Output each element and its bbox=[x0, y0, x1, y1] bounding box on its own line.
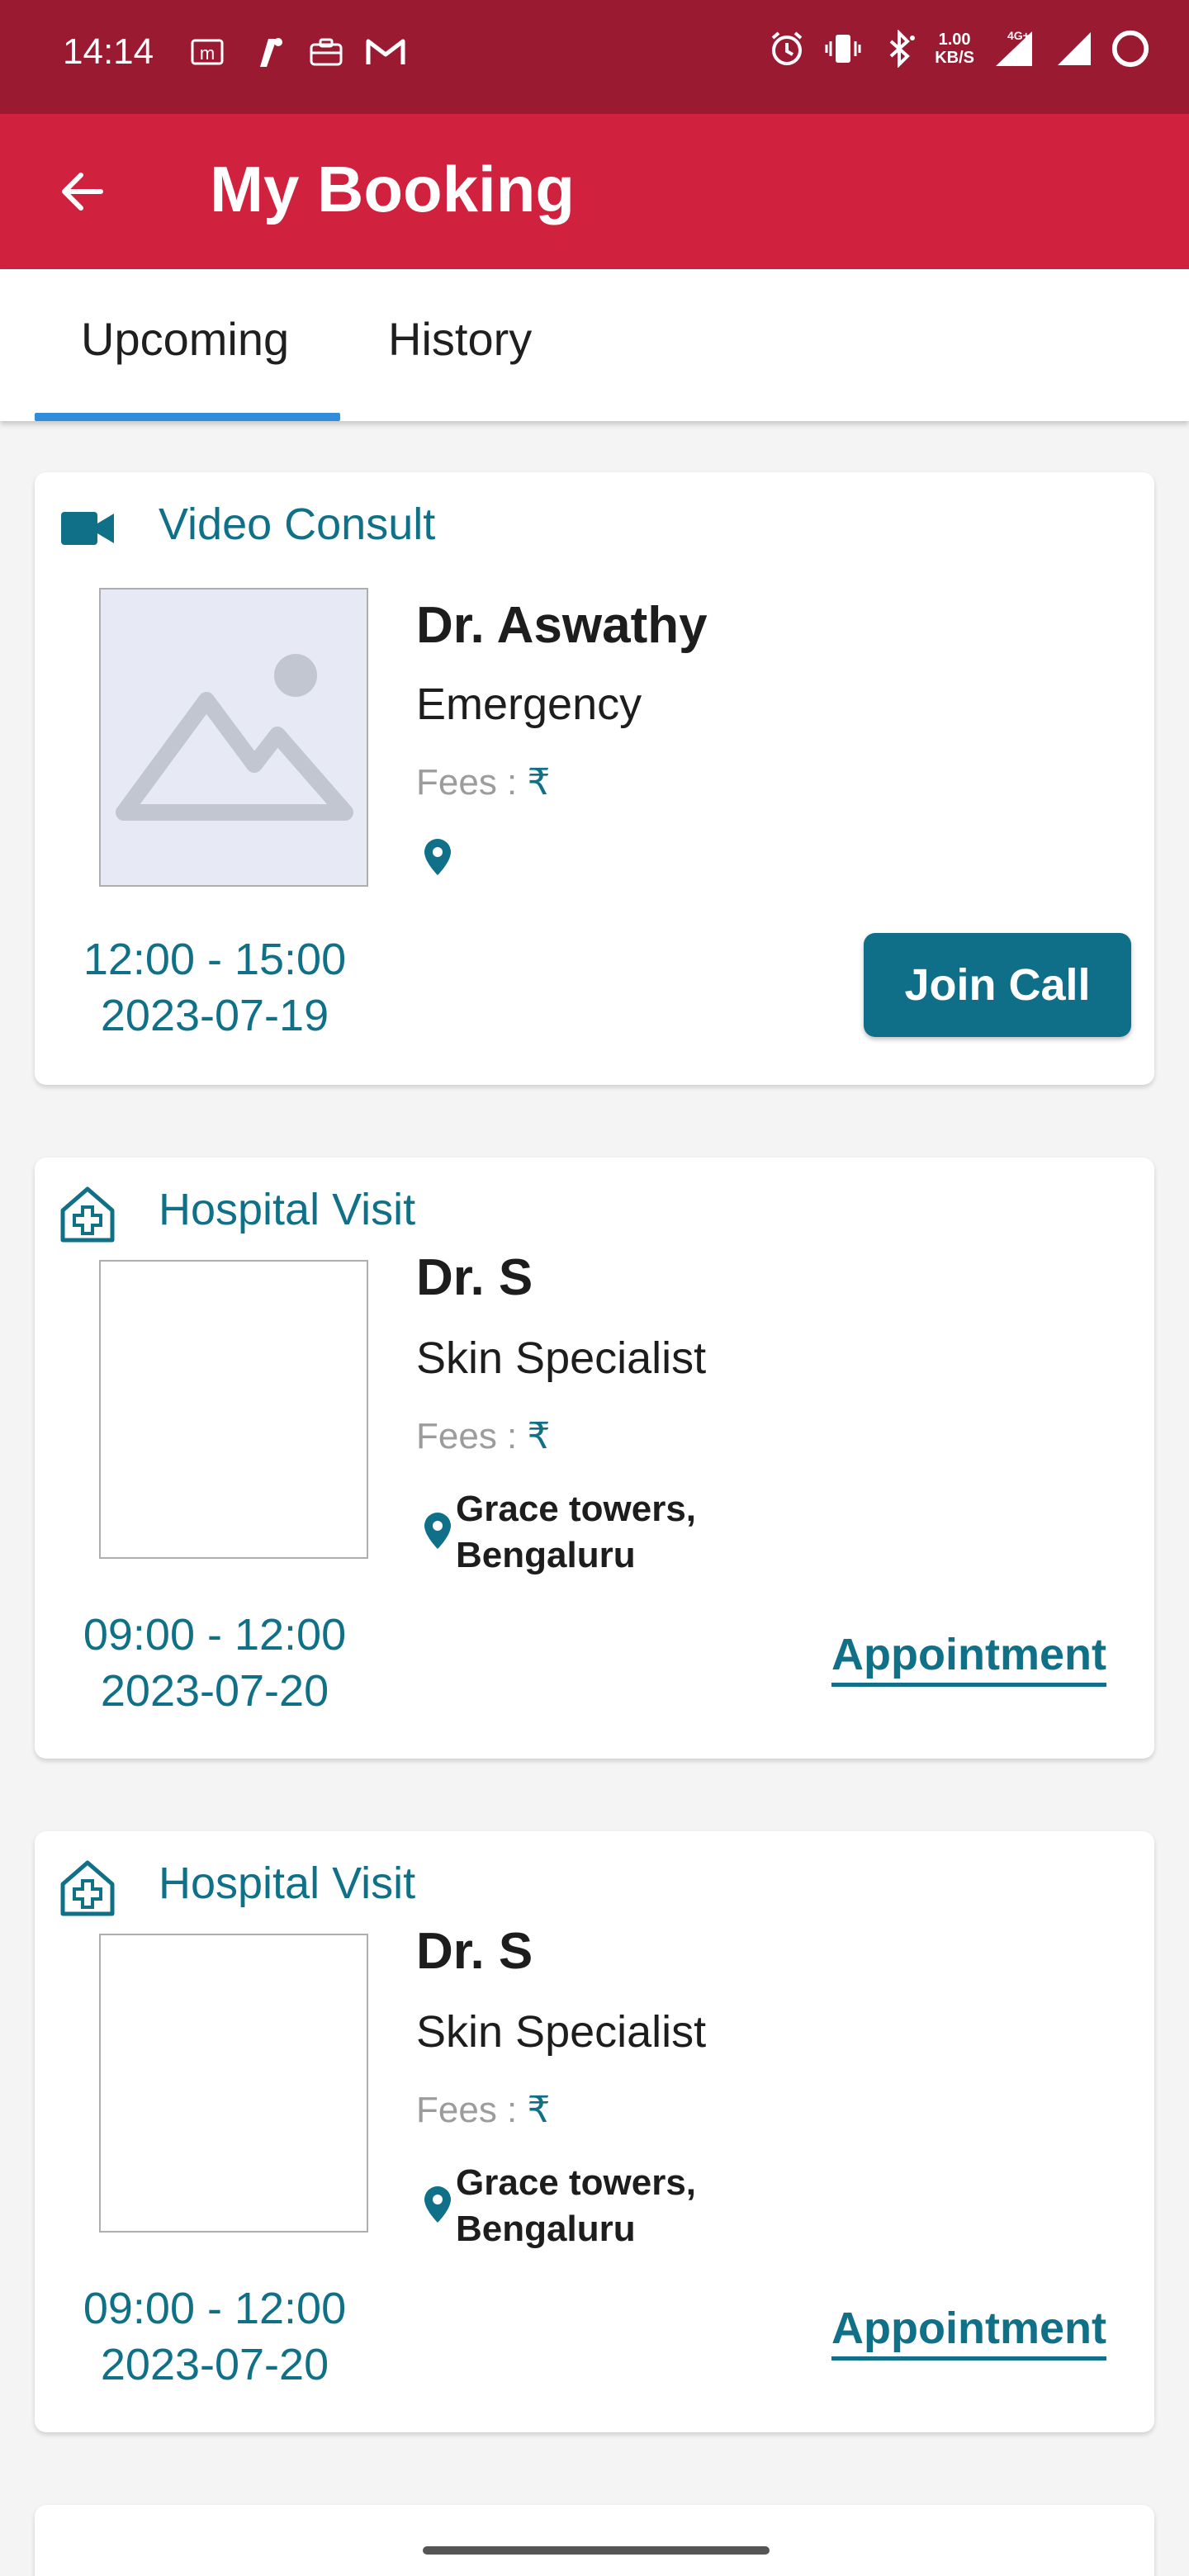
appointment-time: 09:00 - 12:00 bbox=[83, 1610, 347, 1660]
booking-card-partial bbox=[35, 2505, 1154, 2576]
vibrate-icon bbox=[822, 28, 864, 69]
system-icons: 1.00 KB/S 4G+ bbox=[766, 28, 1151, 69]
briefcase-icon bbox=[306, 31, 347, 73]
doctor-photo bbox=[99, 1260, 368, 1559]
bluetooth-icon bbox=[879, 28, 920, 69]
booking-type-label: Hospital Visit bbox=[159, 1185, 416, 1234]
tab-selected-indicator bbox=[35, 413, 340, 421]
status-bar: 14:14 m 1.00 KB/S 4G+ bbox=[0, 0, 1189, 114]
doctor-name: Dr. S bbox=[416, 1249, 533, 1306]
appointment-time: 09:00 - 12:00 bbox=[83, 2284, 347, 2333]
fees-label: Fees : ₹ bbox=[416, 2090, 551, 2130]
join-call-button[interactable]: Join Call bbox=[864, 933, 1131, 1037]
booking-card: Hospital Visit Dr. S Skin Specialist Fee… bbox=[35, 1158, 1154, 1759]
doctor-specialty: Emergency bbox=[416, 680, 642, 729]
fees-label: Fees : ₹ bbox=[416, 1416, 551, 1456]
tab-history[interactable]: History bbox=[388, 312, 532, 366]
signal-icon bbox=[1054, 28, 1095, 69]
image-placeholder-icon bbox=[116, 654, 353, 821]
video-camera-icon bbox=[61, 512, 114, 545]
page-title: My Booking bbox=[210, 153, 575, 225]
m-box-icon: m bbox=[187, 31, 228, 73]
network-speed: 1.00 KB/S bbox=[935, 31, 974, 67]
doctor-name: Dr. S bbox=[416, 1923, 533, 1980]
network-type-label: 4G+ bbox=[1007, 29, 1030, 42]
status-time: 14:14 bbox=[63, 31, 154, 72]
home-indicator[interactable] bbox=[423, 2546, 770, 2555]
doctor-specialty: Skin Specialist bbox=[416, 1333, 707, 1383]
appointment-slot: 09:00 - 12:00 2023-07-20 bbox=[74, 2280, 355, 2393]
fees-label: Fees : ₹ bbox=[416, 762, 551, 803]
doctor-name: Dr. Aswathy bbox=[416, 597, 708, 654]
hospital-icon bbox=[60, 1186, 115, 1243]
gmail-icon bbox=[365, 31, 406, 73]
svg-text:m: m bbox=[200, 43, 215, 64]
hospital-icon bbox=[60, 1860, 115, 1916]
doctor-photo-placeholder bbox=[99, 588, 368, 887]
signal-4g-icon: 4G+ bbox=[989, 28, 1039, 69]
appointment-link[interactable]: Appointment bbox=[831, 1630, 1106, 1687]
doctor-specialty: Skin Specialist bbox=[416, 2007, 707, 2057]
appointment-link[interactable]: Appointment bbox=[831, 2304, 1106, 2361]
app-bar: My Booking bbox=[0, 114, 1189, 269]
booking-type-label: Hospital Visit bbox=[159, 1859, 416, 1908]
arrow-left-icon bbox=[62, 173, 103, 211]
appointment-date: 2023-07-20 bbox=[100, 1666, 329, 1716]
appointment-date: 2023-07-20 bbox=[100, 2340, 329, 2389]
appointment-slot: 09:00 - 12:00 2023-07-20 bbox=[74, 1607, 355, 1719]
booking-type-label: Video Consult bbox=[159, 500, 436, 549]
tab-upcoming[interactable]: Upcoming bbox=[81, 312, 289, 366]
clinic-address: Grace towers, Bengaluru bbox=[456, 2162, 697, 2249]
location-pin-icon bbox=[424, 1513, 451, 1549]
battery-ring-icon bbox=[1110, 28, 1151, 69]
location-pin-icon bbox=[424, 2186, 451, 2223]
appointment-date: 2023-07-19 bbox=[100, 991, 329, 1040]
back-button[interactable] bbox=[48, 157, 117, 226]
appointment-time: 12:00 - 15:00 bbox=[83, 935, 347, 984]
alarm-icon bbox=[766, 28, 808, 69]
appointment-slot: 12:00 - 15:00 2023-07-19 bbox=[74, 931, 355, 1044]
notification-icons: m bbox=[187, 31, 406, 73]
app-i-icon bbox=[246, 31, 287, 73]
tab-bar: Upcoming History bbox=[0, 269, 1189, 421]
booking-card: Hospital Visit Dr. S Skin Specialist Fee… bbox=[35, 1831, 1154, 2432]
location-pin-icon bbox=[424, 839, 451, 875]
booking-card: Video Consult Dr. Aswathy Emergency Fees… bbox=[35, 472, 1154, 1085]
doctor-photo bbox=[99, 1934, 368, 2233]
clinic-address: Grace towers, Bengaluru bbox=[456, 1489, 697, 1575]
